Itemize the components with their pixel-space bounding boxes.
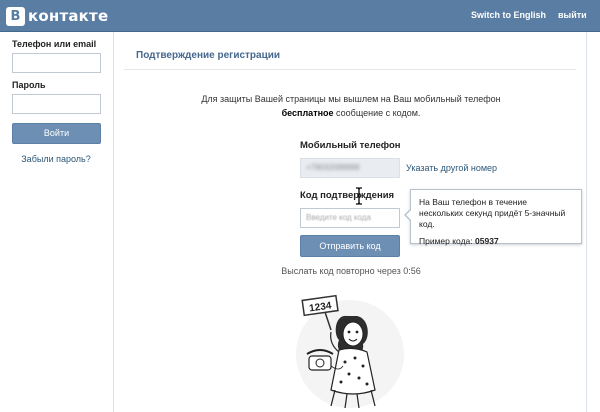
intro-text-line1: Для защиты Вашей страницы мы вышлем на В… — [201, 94, 501, 104]
logout-link[interactable]: выйти — [558, 10, 587, 20]
tooltip-example-label: Пример кода: — [419, 236, 473, 246]
mobile-phone-value: +79032099999 — [306, 163, 360, 172]
send-code-button[interactable]: Отправить код — [300, 235, 400, 257]
text-cursor-icon — [356, 187, 362, 205]
phone-email-input[interactable] — [12, 53, 101, 73]
password-input[interactable] — [12, 94, 101, 114]
login-sidebar: Телефон или email Пароль Войти Забыли па… — [0, 32, 112, 412]
tooltip-example: Пример кода: 05937 — [419, 236, 573, 247]
intro-text-line2: бесплатное сообщение с кодом. — [114, 108, 588, 118]
code-hint-tooltip: На Ваш телефон в течение нескольких секу… — [404, 189, 582, 247]
registration-confirm-panel: Подтверждение регистрации Для защиты Ваш… — [113, 32, 587, 412]
switch-language-link[interactable]: Switch to English — [471, 10, 546, 20]
intro-free-word: бесплатное — [281, 108, 334, 118]
change-number-link[interactable]: Указать другой номер — [406, 163, 497, 173]
vk-logo[interactable]: В контакте — [6, 6, 108, 26]
confirmation-code-input[interactable]: Введите код кода — [300, 208, 400, 228]
tooltip-arrow-icon — [404, 208, 412, 222]
vk-logo-text: контакте — [28, 7, 109, 25]
code-placeholder: Введите код кода — [306, 213, 371, 222]
top-header: В контакте Switch to English выйти — [0, 0, 600, 32]
mobile-phone-field: +79032099999 — [300, 158, 400, 178]
tooltip-example-code: 05937 — [475, 236, 499, 246]
page-title: Подтверждение регистрации — [136, 50, 281, 61]
title-divider — [124, 69, 576, 70]
phone-email-label: Телефон или email — [12, 39, 97, 49]
login-button[interactable]: Войти — [12, 123, 101, 144]
forgot-password-link[interactable]: Забыли пароль? — [0, 154, 112, 164]
password-label: Пароль — [12, 80, 46, 90]
intro-text-rest: сообщение с кодом. — [333, 108, 421, 118]
girl-with-phone-illustration: 1234 — [296, 294, 404, 409]
resend-timer-text: Выслать код повторно через 0:56 — [281, 266, 421, 276]
vk-logo-icon: В — [6, 6, 25, 26]
mobile-phone-title: Мобильный телефон — [300, 140, 401, 151]
confirmation-code-title: Код подтверждения — [300, 190, 395, 201]
tooltip-text: На Ваш телефон в течение нескольких секу… — [419, 197, 566, 229]
